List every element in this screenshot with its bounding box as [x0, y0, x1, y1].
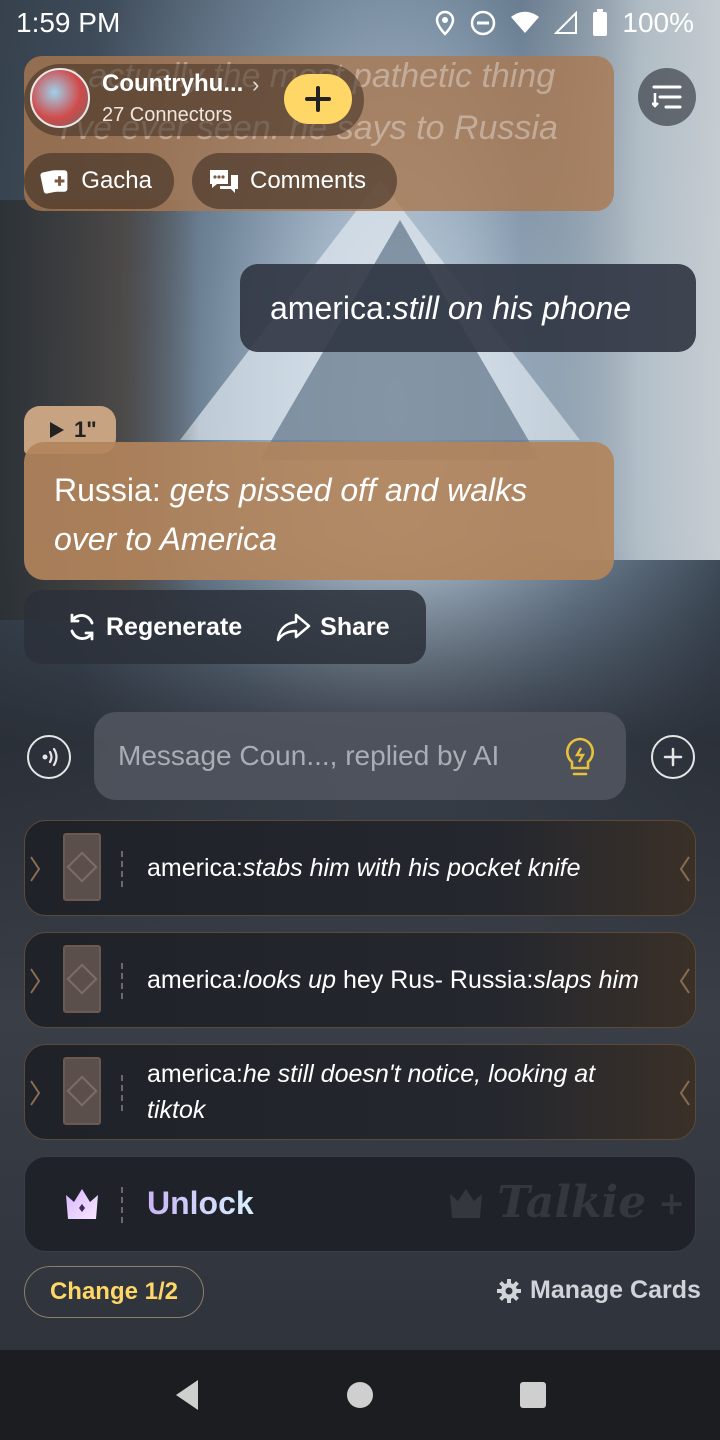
play-icon	[50, 422, 64, 438]
divider	[121, 1075, 123, 1111]
character-name[interactable]: Countryhu...	[102, 70, 243, 98]
status-icons: 100%	[434, 7, 694, 39]
crown-icon	[450, 1188, 483, 1218]
plus-icon	[663, 747, 683, 767]
cards-icon	[40, 170, 68, 194]
message-input-container[interactable]	[94, 712, 626, 800]
suggestion-speaker: america:	[147, 1060, 243, 1088]
status-time: 1:59 PM	[16, 7, 121, 38]
battery-icon	[592, 9, 608, 37]
refresh-icon	[70, 613, 94, 641]
chevron-right-icon	[30, 856, 41, 882]
chevron-right-icon	[30, 968, 41, 994]
suggestion-speaker: america:	[147, 966, 243, 994]
user-message-speaker: america:	[270, 289, 393, 326]
voice-call-button[interactable]	[27, 735, 71, 779]
voice-wave-icon	[42, 747, 58, 767]
reply-suggestion-1[interactable]: america:stabs him with his pocket knife	[24, 820, 696, 916]
regenerate-button[interactable]: Regenerate	[66, 611, 242, 643]
follow-button[interactable]	[284, 74, 352, 124]
lightbulb-icon[interactable]	[562, 736, 598, 783]
manage-label: Manage Cards	[530, 1276, 701, 1304]
recents-icon[interactable]	[518, 1380, 548, 1410]
talkie-brand: Talkie +	[447, 1177, 685, 1228]
suggestion-action-2: slaps him	[533, 966, 639, 994]
suggestion-action: stabs him with his pocket knife	[242, 854, 581, 882]
card-icon	[63, 945, 101, 1013]
reply-suggestion-3[interactable]: america:he still doesn't notice, looking…	[24, 1044, 696, 1140]
share-button[interactable]: Share	[276, 612, 390, 642]
reply-suggestion-2[interactable]: america:looks up hey Rus- Russia:slaps h…	[24, 932, 696, 1028]
suggestion-action: looks up	[242, 966, 336, 994]
audio-duration: 1"	[74, 417, 97, 442]
battery-percent: 100%	[622, 7, 694, 38]
regenerate-label: Regenerate	[106, 612, 243, 641]
comments-icon	[210, 170, 238, 193]
card-icon	[63, 1057, 101, 1125]
manage-cards-button[interactable]: Manage Cards	[496, 1276, 701, 1305]
comments-button[interactable]: Comments	[192, 153, 397, 209]
divider	[121, 1187, 123, 1223]
connectors-count: 27 Connectors	[102, 104, 233, 126]
add-attachment-button[interactable]	[651, 735, 695, 779]
user-message-action: still on his phone	[392, 289, 632, 326]
suggestion-speaker: america:	[147, 854, 243, 882]
chevron-right-icon: ›	[252, 72, 260, 97]
system-nav-bar	[0, 1350, 720, 1440]
ai-message-bubble: Russia: gets pissed off and walks over t…	[24, 442, 614, 580]
chevron-left-icon	[679, 968, 690, 994]
character-avatar[interactable]	[30, 68, 90, 128]
suggestion-dialogue: hey Rus- Russia:	[336, 966, 534, 994]
share-icon	[276, 613, 311, 642]
location-icon	[434, 10, 456, 36]
share-label: Share	[320, 612, 390, 641]
message-input[interactable]	[118, 740, 538, 772]
comments-label: Comments	[250, 167, 367, 194]
divider	[121, 851, 123, 887]
crown-icon	[66, 1189, 98, 1219]
chevron-right-icon	[30, 1080, 41, 1106]
signal-icon	[554, 11, 578, 35]
gacha-button[interactable]: Gacha	[24, 153, 174, 209]
menu-button[interactable]	[638, 68, 696, 126]
chevron-left-icon	[679, 1080, 690, 1106]
back-icon[interactable]	[172, 1378, 202, 1412]
status-bar: 1:59 PM 100%	[0, 0, 720, 46]
unlock-label: Unlock	[147, 1185, 254, 1221]
home-icon[interactable]	[345, 1380, 375, 1410]
gacha-label: Gacha	[81, 167, 152, 194]
user-message-bubble: america: still on his phone	[240, 264, 696, 352]
unlock-card[interactable]: Unlock Talkie +	[24, 1156, 696, 1252]
brand-name: Talkie	[497, 1177, 647, 1228]
card-icon	[63, 833, 101, 901]
chevron-left-icon	[679, 856, 690, 882]
list-menu-icon	[652, 85, 682, 109]
change-label: Change 1/2	[49, 1278, 179, 1305]
plus-icon: +	[658, 1183, 685, 1222]
gear-icon	[497, 1278, 521, 1303]
suggestion-text: america:looks up hey Rus- Russia:slaps h…	[147, 962, 655, 998]
ai-message-speaker: Russia:	[54, 472, 170, 508]
plus-icon	[305, 86, 331, 112]
wifi-icon	[510, 11, 540, 35]
change-suggestions-button[interactable]: Change 1/2	[24, 1266, 204, 1318]
suggestion-text: america:he still doesn't notice, looking…	[147, 1056, 655, 1128]
message-actions: Regenerate Share	[24, 590, 426, 664]
dnd-icon	[470, 10, 496, 36]
suggestion-text: america:stabs him with his pocket knife	[147, 850, 655, 886]
divider	[121, 963, 123, 999]
